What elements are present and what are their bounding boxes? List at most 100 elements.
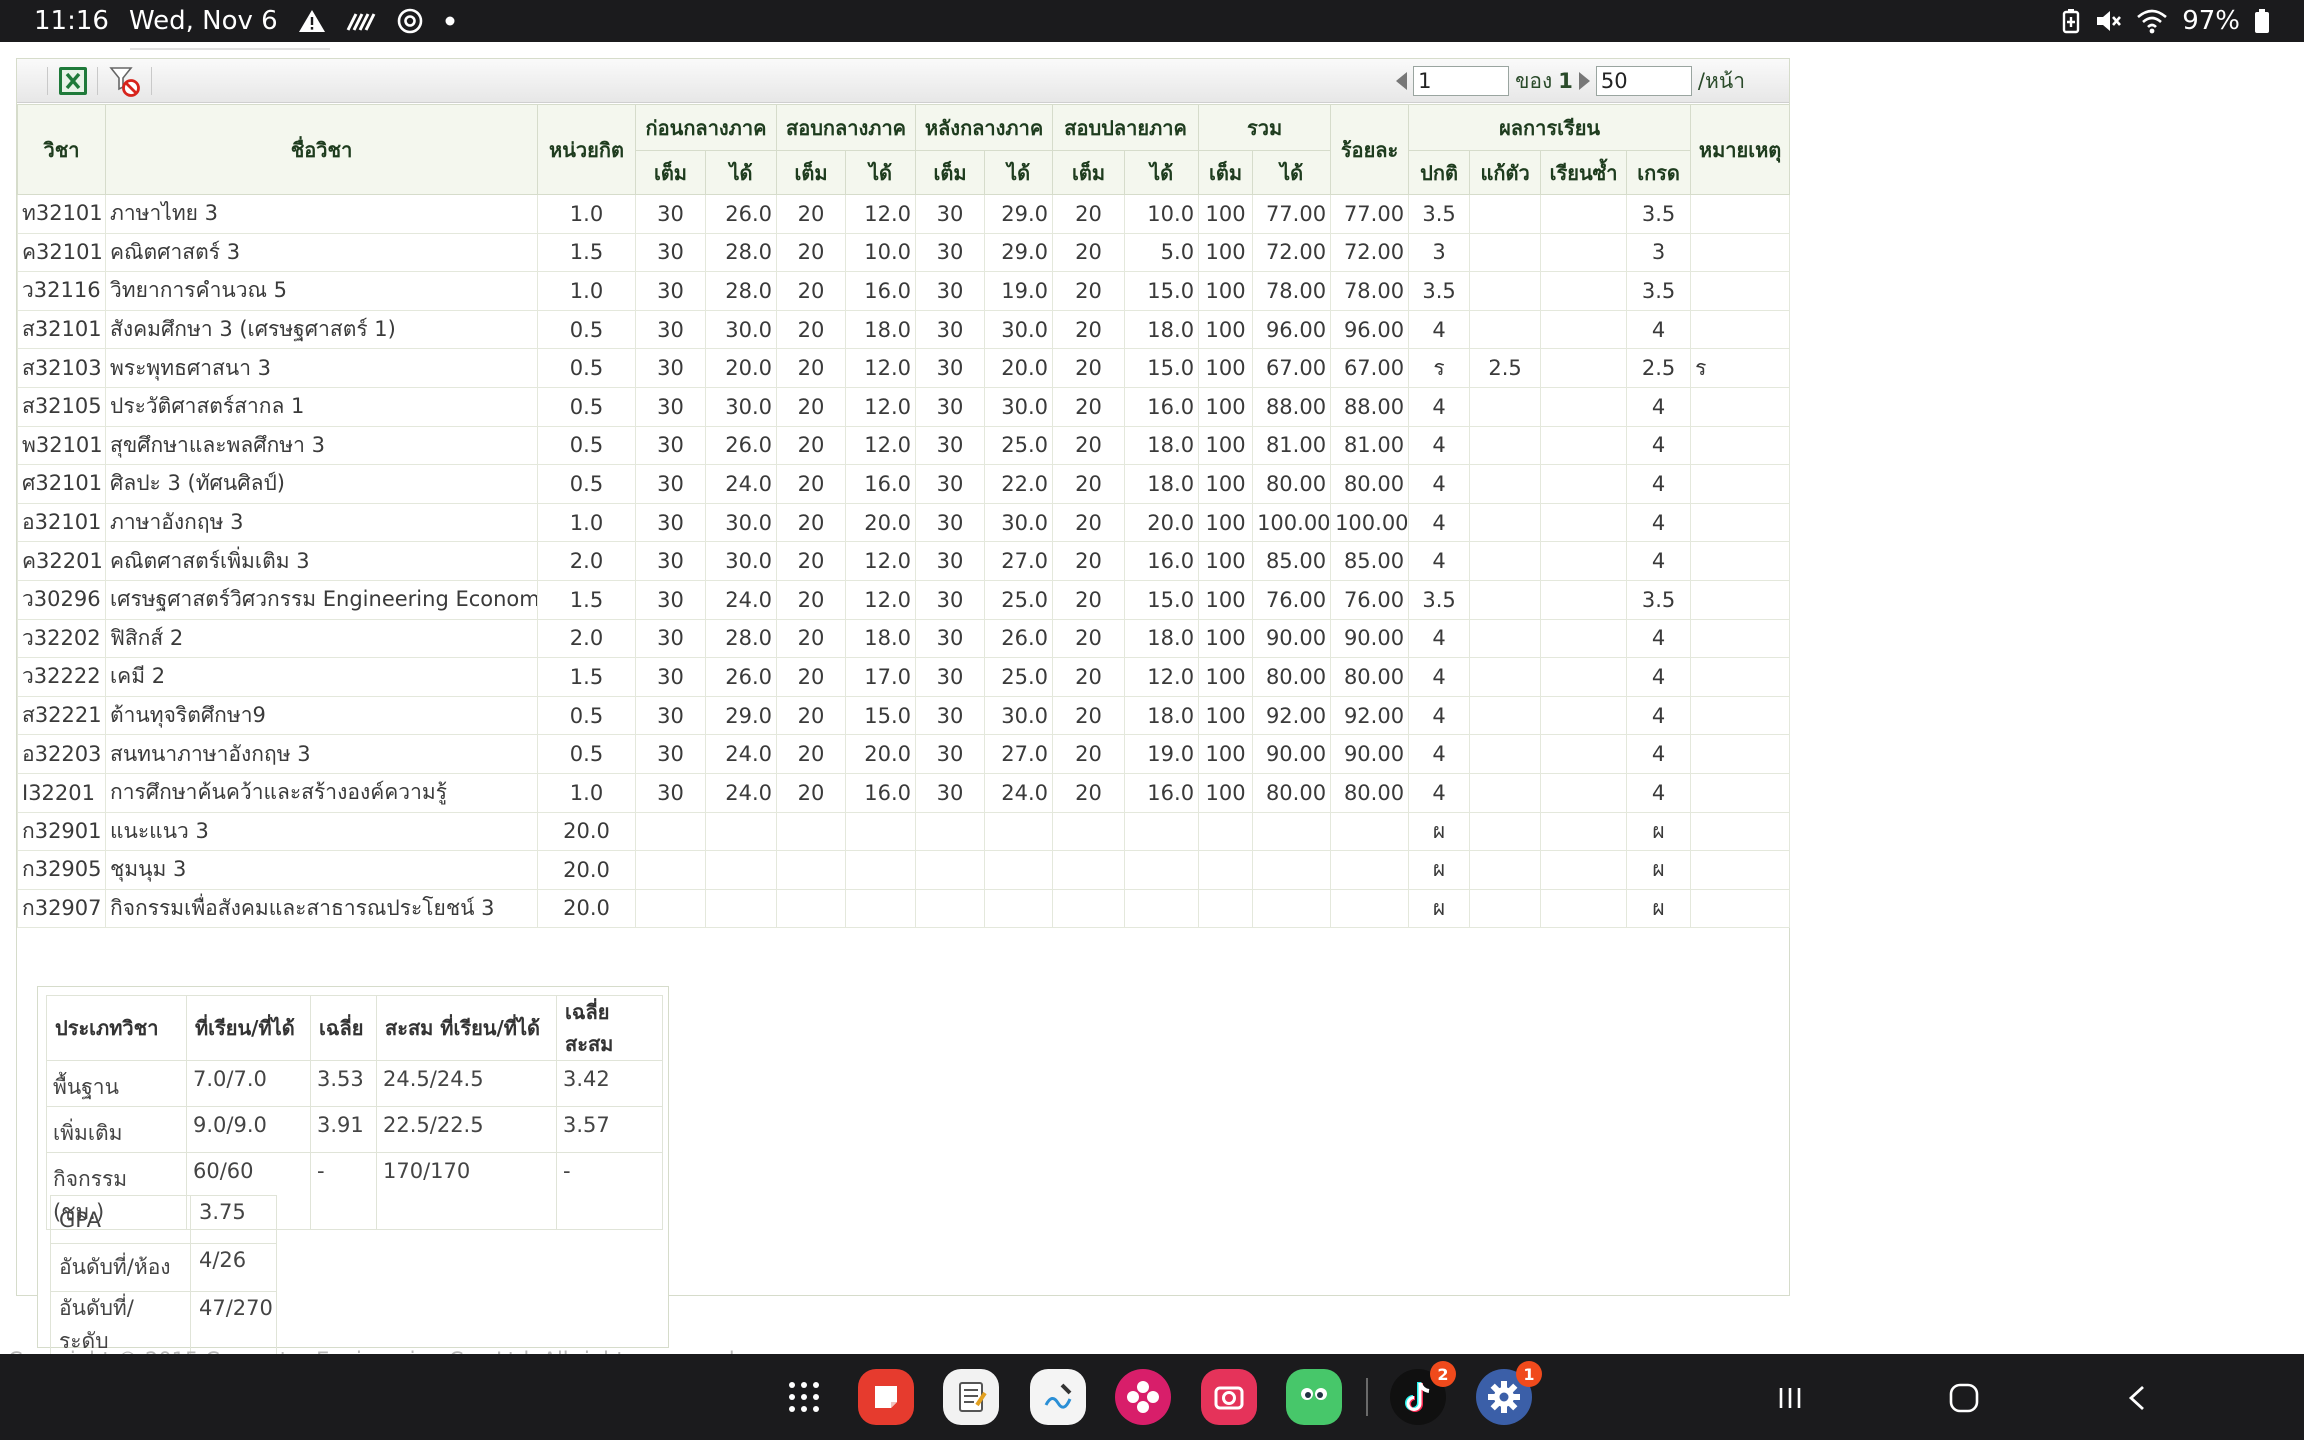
cell-percent: 90.00 xyxy=(1330,618,1410,659)
page-number-input[interactable] xyxy=(1413,66,1510,96)
cell-repeat xyxy=(1540,194,1628,234)
table-row[interactable]: อ32101 ภาษาอังกฤษ 3 1.0 30 30.0 20 20.0 30 30.0 2… xyxy=(17,502,1791,543)
cell-pre-mid-got: 30.0 xyxy=(704,386,778,427)
cell-code: ค32201 xyxy=(17,541,106,581)
table-row[interactable]: ก32907 กิจกรรมเพื่อสังคมและสาธารณประโยชน์… xyxy=(17,888,1791,929)
col-header-normal[interactable]: ปกติ xyxy=(1408,150,1471,195)
col-header-name[interactable]: ชื่อวิชา xyxy=(105,104,538,195)
cell-code: I32201 xyxy=(17,772,106,813)
col-header-credit[interactable]: หน่วยกิต xyxy=(537,104,636,195)
cell-post-mid-full: 30 xyxy=(915,464,986,504)
table-row[interactable]: ศ32101 ศิลปะ 3 (ทัศนศิลป์) 0.5 30 24.0 20 16.0… xyxy=(17,464,1791,504)
cell-credit: 20.0 xyxy=(537,850,636,890)
cell-code: ค32101 xyxy=(17,232,106,273)
cell-fix xyxy=(1469,309,1542,350)
warning-icon xyxy=(298,8,326,34)
cell-total-full: 100 xyxy=(1198,695,1254,736)
col-header-full[interactable]: เต็ม xyxy=(915,150,986,195)
col-header-grade[interactable]: เกรด xyxy=(1626,150,1692,195)
cell-credit: 1.0 xyxy=(537,194,636,234)
table-row[interactable]: ว32202 ฟิสิกส์ 2 2.0 30 28.0 20 18.0 30 26.0 20 18… xyxy=(17,618,1791,659)
home-icon[interactable] xyxy=(1942,1376,1986,1420)
table-row[interactable]: ส32221 ต้านทุจริตศึกษา9 0.5 30 29.0 20 15.0 30 3… xyxy=(17,695,1791,736)
cell-repeat xyxy=(1540,348,1628,388)
table-row[interactable]: ก32901 แนะแนว 3 20.0 ผ ผ xyxy=(17,811,1791,852)
recents-icon[interactable] xyxy=(1768,1376,1812,1420)
cell-name: ชุมนุม 3 xyxy=(105,850,538,890)
cell-final-exam-full: 20 xyxy=(1052,502,1126,543)
cell-percent: 76.00 xyxy=(1330,579,1410,620)
cell-final-exam-got: 15.0 xyxy=(1124,348,1200,388)
cell-pre-mid-full xyxy=(635,811,706,852)
cell-percent: 88.00 xyxy=(1330,386,1410,427)
col-header-full[interactable]: เต็ม xyxy=(1198,150,1254,195)
col-header-full[interactable]: เต็ม xyxy=(635,150,706,195)
cell-mid-exam-full: 20 xyxy=(776,502,847,543)
cell-percent: 67.00 xyxy=(1330,348,1410,388)
table-row[interactable]: ส32105 ประวัติศาสตร์สากล 1 0.5 30 30.0 20 12.0… xyxy=(17,386,1791,427)
table-row[interactable]: อ32203 สนทนาภาษาอังกฤษ 3 0.5 30 24.0 20 20.0 30… xyxy=(17,734,1791,774)
cell-grade: 4 xyxy=(1626,618,1692,659)
prev-page-icon[interactable] xyxy=(1396,72,1408,90)
clear-filter-button[interactable] xyxy=(109,65,141,97)
cell-total-got: 88.00 xyxy=(1252,386,1332,427)
col-header-full[interactable]: เต็ม xyxy=(776,150,847,195)
col-header-full[interactable]: เต็ม xyxy=(1052,150,1126,195)
table-row[interactable]: ก32905 ชุมนุม 3 20.0 ผ ผ xyxy=(17,850,1791,890)
cell-code: ส32103 xyxy=(17,348,106,388)
col-header-percent[interactable]: ร้อยละ xyxy=(1330,104,1410,195)
writing-app-icon[interactable] xyxy=(1030,1369,1086,1425)
table-row[interactable]: ท32101 ภาษาไทย 3 1.0 30 26.0 20 12.0 30 29.0 20 10… xyxy=(17,194,1791,234)
app-drawer-icon[interactable] xyxy=(776,1369,832,1425)
notebook-app-icon[interactable] xyxy=(943,1369,999,1425)
col-header-remark[interactable]: หมายเหตุ xyxy=(1690,104,1791,195)
cell-pre-mid-full: 30 xyxy=(635,309,706,350)
class-rank-label: อันดับที่/ห้อง xyxy=(50,1243,191,1292)
table-row[interactable]: ว32116 วิทยาการคำนวณ 5 1.0 30 28.0 20 16.0 30 19… xyxy=(17,271,1791,311)
table-row[interactable]: ว32222 เคมี 2 1.5 30 26.0 20 17.0 30 25.0 20 12.0 1… xyxy=(17,657,1791,697)
table-row[interactable]: ส32101 สังคมศึกษา 3 (เศรษฐศาสตร์ 1) 0.5 30 3… xyxy=(17,309,1791,350)
cell-total-got: 90.00 xyxy=(1252,618,1332,659)
col-header-got[interactable]: ได้ xyxy=(704,150,778,195)
table-row[interactable]: ค32201 คณิตศาสตร์เพิ่มเติม 3 2.0 30 30.0 20 12… xyxy=(17,541,1791,581)
page-size-input[interactable] xyxy=(1595,66,1692,96)
cell-mid-exam-got: 12.0 xyxy=(845,386,917,427)
col-header-got[interactable]: ได้ xyxy=(1252,150,1332,195)
camera-app-icon[interactable] xyxy=(1201,1369,1257,1425)
cell-final-exam-got xyxy=(1124,811,1200,852)
cell-fix xyxy=(1469,888,1542,929)
cell-total-full xyxy=(1198,888,1254,929)
col-header-got[interactable]: ได้ xyxy=(845,150,917,195)
cell-post-mid-full: 30 xyxy=(915,502,986,543)
table-row[interactable]: I32201 การศึกษาค้นคว้าและสร้างองค์ความรู้… xyxy=(17,772,1791,813)
table-row[interactable]: ส32103 พระพุทธศาสนา 3 0.5 30 20.0 20 12.0 30 20.… xyxy=(17,348,1791,388)
table-row[interactable]: ค32101 คณิตศาสตร์ 3 1.5 30 28.0 20 10.0 30 29.0 2… xyxy=(17,232,1791,273)
emoji-app-icon[interactable] xyxy=(1286,1369,1342,1425)
cell-mid-exam-got xyxy=(845,811,917,852)
cell-pre-mid-got: 24.0 xyxy=(704,734,778,774)
cell-name: คณิตศาสตร์เพิ่มเติม 3 xyxy=(105,541,538,581)
cell-total-got xyxy=(1252,850,1332,890)
cell-fix xyxy=(1469,695,1542,736)
cell-name: กิจกรรมเพื่อสังคมและสาธารณประโยชน์ 3 xyxy=(105,888,538,929)
settings-icon[interactable]: 1 xyxy=(1476,1361,1542,1425)
col-header-repeat[interactable]: เรียนซ้ำ xyxy=(1540,150,1628,195)
cell-credit: 20.0 xyxy=(537,811,636,852)
col-header-fix[interactable]: แก้ตัว xyxy=(1469,150,1542,195)
cell-pre-mid-got: 28.0 xyxy=(704,618,778,659)
col-header-got[interactable]: ได้ xyxy=(984,150,1054,195)
cell-credit: 1.5 xyxy=(537,232,636,273)
cell-name: ภาษาไทย 3 xyxy=(105,194,538,234)
notes-app-icon[interactable] xyxy=(858,1369,914,1425)
cell-fix xyxy=(1469,464,1542,504)
col-header-got[interactable]: ได้ xyxy=(1124,150,1200,195)
table-row[interactable]: พ32101 สุขศึกษาและพลศึกษา 3 0.5 30 26.0 20 12.… xyxy=(17,425,1791,466)
next-page-icon[interactable] xyxy=(1578,72,1590,90)
tiktok-icon[interactable]: 2 xyxy=(1390,1361,1456,1425)
table-row[interactable]: ว30296 เศรษฐศาสตร์วิศวกรรม Engineering Ec… xyxy=(17,579,1791,620)
back-icon[interactable] xyxy=(2116,1376,2160,1420)
flower-app-icon[interactable] xyxy=(1115,1369,1171,1425)
cell-post-mid-full: 30 xyxy=(915,232,986,273)
col-header-code[interactable]: วิชา xyxy=(17,104,106,195)
export-excel-button[interactable] xyxy=(57,65,89,97)
